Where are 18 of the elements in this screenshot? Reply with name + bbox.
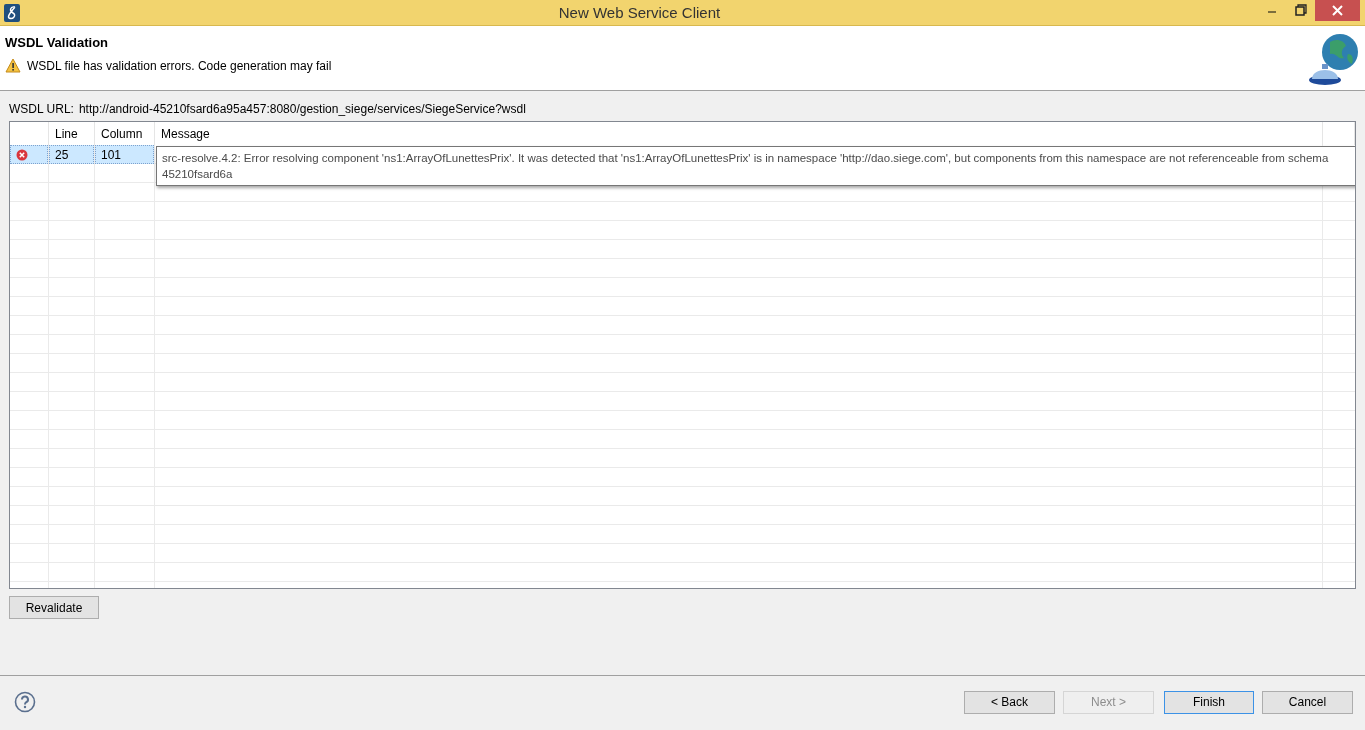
warning-message: WSDL file has validation errors. Code generation may fail (27, 58, 332, 73)
revalidate-button[interactable]: Revalidate (9, 596, 99, 619)
warning-icon (5, 58, 21, 73)
table-cell: 101 (95, 145, 154, 164)
table-cell: 25 (49, 145, 94, 164)
wizard-button[interactable]: < Back (964, 690, 1055, 714)
page-title: WSDL Validation (5, 35, 110, 50)
wizard-button[interactable]: Finish (1164, 690, 1254, 714)
window-title: New Web Service Client (557, 4, 722, 21)
url-label: WSDL URL: (9, 101, 74, 116)
column-header[interactable]: Message (155, 122, 1323, 145)
app-icon (4, 3, 20, 22)
error-icon (16, 148, 28, 161)
wizard-button[interactable]: Cancel (1262, 690, 1353, 714)
close-icon[interactable] (1315, 0, 1360, 21)
help-icon[interactable] (14, 691, 36, 713)
url-value: http://android-45210fsard6a95a457:8080/gestion_siege/services/SiegeService?wsdl (78, 101, 526, 116)
tooltip: src-resolve.4.2: Error resolving component 'ns1:ArrayOfLunettesPrix'. It was detected that 'ns1:ArrayOfLunettesPrix' is in namespace 'http://dao.siege.com', but components from this namespace are not referenceable from schema 45210fsard6a (156, 146, 1355, 186)
